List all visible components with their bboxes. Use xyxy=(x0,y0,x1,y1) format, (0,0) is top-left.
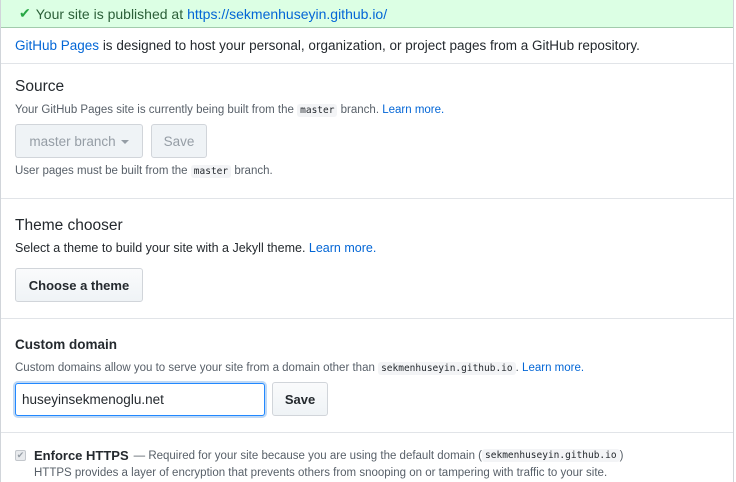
source-title: Source xyxy=(15,78,65,95)
github-pages-settings: ✔ Your site is published at https://sekm… xyxy=(0,0,734,482)
custom-domain-desc-text: Custom domains allow you to serve your s… xyxy=(15,362,375,374)
source-desc-after: branch. xyxy=(340,104,380,116)
theme-learn-more-link[interactable]: Learn more. xyxy=(309,241,376,255)
source-learn-more-link[interactable]: Learn more. xyxy=(382,104,444,116)
github-pages-link[interactable]: GitHub Pages xyxy=(15,38,99,53)
custom-domain-save-label: Save xyxy=(284,391,316,407)
check-icon: ✔ xyxy=(19,5,31,21)
source-desc-text: Your GitHub Pages site is currently bein… xyxy=(15,104,294,116)
branch-select[interactable]: master branch xyxy=(15,124,143,158)
source-section: Source Your GitHub Pages site is current… xyxy=(1,64,733,199)
theme-description: Select a theme to build your site with a… xyxy=(15,241,719,255)
custom-domain-desc-after: . xyxy=(515,362,519,374)
source-controls: master branch Save xyxy=(15,124,719,158)
branch-select-label: master branch xyxy=(29,133,116,149)
custom-domain-input[interactable] xyxy=(15,382,265,416)
custom-domain-title: Custom domain xyxy=(15,337,118,352)
https-desc-text: — Required for your site because you are… xyxy=(133,449,483,462)
published-url-link[interactable]: https://sekmenhuseyin.github.io/ xyxy=(187,6,387,22)
choose-theme-button[interactable]: Choose a theme xyxy=(15,268,143,302)
custom-domain-section: Custom domain Custom domains allow you t… xyxy=(1,319,733,433)
https-domain-code: sekmenhuseyin.github.io xyxy=(482,449,620,462)
https-row: ✔ Enforce HTTPS — Required for your site… xyxy=(15,448,719,463)
custom-domain-code: sekmenhuseyin.github.io xyxy=(378,362,516,375)
choose-theme-label: Choose a theme xyxy=(28,277,130,293)
enforce-https-label: Enforce HTTPS xyxy=(34,448,129,463)
caret-down-icon xyxy=(120,140,129,144)
source-note-code: master xyxy=(190,165,232,178)
theme-desc-text: Select a theme to build your site with a… xyxy=(15,241,306,255)
published-message: Your site is published at xyxy=(35,5,184,22)
intro-text: is designed to host your personal, organ… xyxy=(102,38,640,53)
source-branch-code: master xyxy=(297,104,338,117)
source-save-button[interactable]: Save xyxy=(151,124,207,158)
source-note-text: User pages must be built from the xyxy=(15,165,188,177)
source-description: Your GitHub Pages site is currently bein… xyxy=(15,104,719,117)
published-banner: ✔ Your site is published at https://sekm… xyxy=(1,0,733,28)
source-note: User pages must be built from the master… xyxy=(15,165,719,178)
enforce-https-checkbox[interactable]: ✔ xyxy=(15,450,26,461)
intro-section: GitHub Pages is designed to host your pe… xyxy=(1,28,733,64)
custom-domain-learn-more-link[interactable]: Learn more. xyxy=(522,362,584,374)
source-note-after: branch. xyxy=(234,165,273,177)
https-desc-after: ) xyxy=(619,449,624,462)
https-section: ✔ Enforce HTTPS — Required for your site… xyxy=(1,433,733,479)
custom-domain-description: Custom domains allow you to serve your s… xyxy=(15,362,719,375)
custom-domain-controls: Save xyxy=(15,382,719,416)
theme-section: Theme chooser Select a theme to build yo… xyxy=(1,199,733,319)
custom-domain-save-button[interactable]: Save xyxy=(272,382,328,416)
https-explanation: HTTPS provides a layer of encryption tha… xyxy=(34,467,608,479)
source-save-label: Save xyxy=(163,133,195,149)
theme-title: Theme chooser xyxy=(15,217,123,234)
